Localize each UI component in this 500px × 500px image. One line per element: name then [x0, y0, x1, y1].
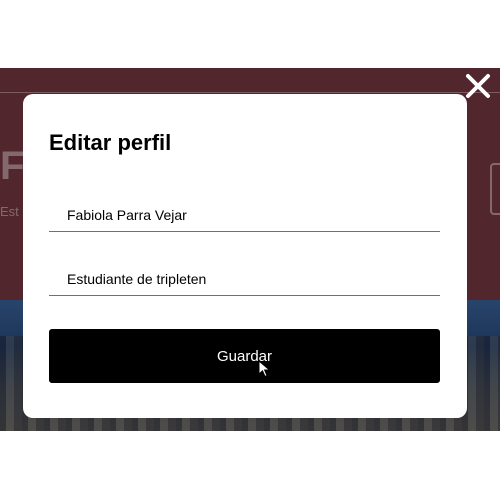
- modal-title: Editar perfil: [49, 130, 172, 155]
- about-input[interactable]: [49, 262, 440, 296]
- edit-profile-modal: Editar perfil Guardar: [23, 94, 467, 418]
- header-divider: [0, 92, 500, 93]
- close-icon[interactable]: [463, 71, 493, 101]
- name-input[interactable]: [49, 198, 440, 232]
- save-button[interactable]: Guardar: [49, 329, 440, 383]
- mouse-pointer-icon: [258, 360, 271, 378]
